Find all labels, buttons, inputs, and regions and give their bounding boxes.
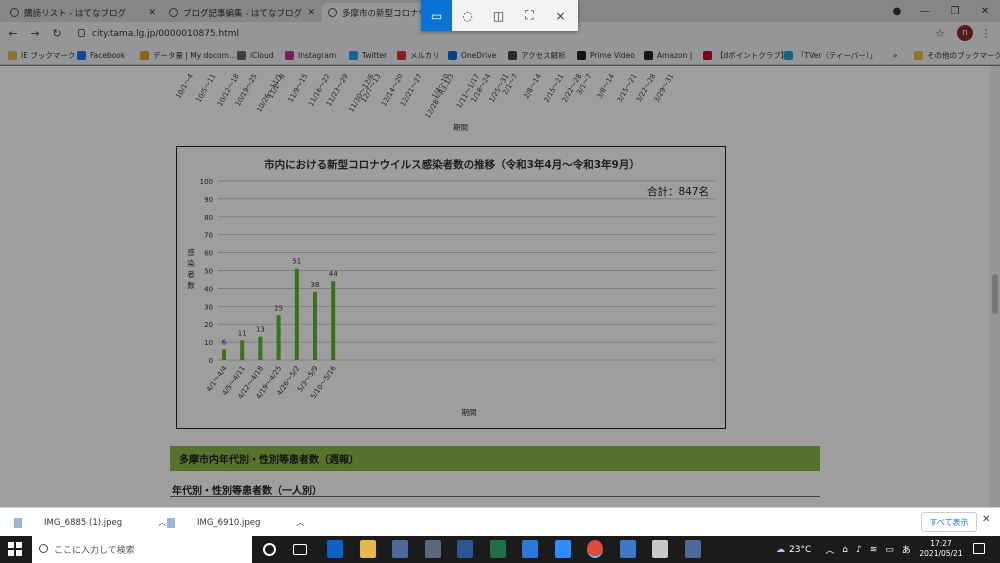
window-snip-icon: ◫ <box>492 8 505 23</box>
fullscreen-snip-button[interactable]: ⛶ <box>514 0 545 31</box>
zoom-icon[interactable] <box>554 540 571 558</box>
image-file-icon <box>167 517 175 528</box>
paint-icon[interactable] <box>652 540 668 558</box>
chevron-up-icon[interactable]: ︿ <box>825 543 834 556</box>
word-icon[interactable] <box>457 540 473 558</box>
rectangle-snip-button[interactable]: ▭ <box>421 0 452 31</box>
photos-icon[interactable] <box>619 540 636 558</box>
search-icon <box>39 544 48 553</box>
windows-taskbar: ここに入力して検索 ☁ 23°C ︿ ⌂ ♪ ≋ ▭ あ 17:27 2021/… <box>0 536 1000 563</box>
volume-icon[interactable]: ♪ <box>856 545 862 555</box>
ime-indicator[interactable]: あ <box>902 543 911 556</box>
network-icon[interactable]: ⌂ <box>842 545 848 555</box>
snip-dim-overlay[interactable] <box>0 0 1000 507</box>
window-snip-button[interactable]: ◫ <box>483 0 514 31</box>
download-item[interactable]: IMG_6885 (1).jpeg ︿ <box>14 508 166 537</box>
chevron-up-icon[interactable]: ︿ <box>158 517 166 528</box>
file-explorer-icon[interactable] <box>359 540 376 558</box>
rectangle-snip-icon: ▭ <box>430 8 443 23</box>
snip-close-button[interactable]: × <box>545 0 576 31</box>
taskbar-search-placeholder: ここに入力して検索 <box>54 546 135 556</box>
show-all-downloads-button[interactable]: すべて表示 <box>921 512 977 532</box>
battery-icon[interactable]: ▭ <box>885 545 894 555</box>
app-icon[interactable] <box>684 540 701 558</box>
mail-icon[interactable] <box>522 540 538 558</box>
chevron-up-icon[interactable]: ︿ <box>296 517 304 528</box>
fullscreen-snip-icon: ⛶ <box>525 8 534 22</box>
wifi-icon[interactable]: ≋ <box>870 545 878 555</box>
download-filename: IMG_6885 (1).jpeg <box>44 517 123 528</box>
close-downloads-icon[interactable]: ✕ <box>982 514 990 525</box>
clock[interactable]: 17:27 2021/05/21 <box>919 539 963 559</box>
image-file-icon <box>14 517 22 528</box>
notification-icon[interactable] <box>973 543 985 554</box>
freeform-snip-button[interactable]: ◌ <box>452 0 483 31</box>
calculator-icon[interactable] <box>424 540 441 558</box>
freeform-snip-icon: ◌ <box>462 8 473 23</box>
clock-date: 2021/05/21 <box>919 549 963 558</box>
start-button[interactable] <box>8 542 22 556</box>
clock-time: 17:27 <box>930 539 952 548</box>
cortana-icon[interactable] <box>263 543 276 556</box>
download-item[interactable]: IMG_6910.jpeg ︿ <box>167 508 304 537</box>
task-view-icon[interactable] <box>293 544 307 555</box>
temperature[interactable]: 23°C <box>789 545 811 555</box>
snip-toolbar: ▭ ◌ ◫ ⛶ × <box>421 0 578 31</box>
excel-icon[interactable] <box>489 540 506 558</box>
taskbar-search-box[interactable]: ここに入力して検索 <box>32 536 252 563</box>
chrome-icon[interactable] <box>587 540 603 558</box>
downloads-bar: IMG_6885 (1).jpeg ︿ IMG_6910.jpeg ︿ すべて表… <box>0 507 1000 536</box>
app-icon[interactable] <box>392 540 408 558</box>
system-tray: ☁ 23°C ︿ ⌂ ♪ ≋ ▭ あ <box>776 536 911 563</box>
download-filename: IMG_6910.jpeg <box>197 517 261 528</box>
close-icon: × <box>555 8 566 23</box>
weather-icon[interactable]: ☁ <box>776 545 785 555</box>
outlook-icon[interactable] <box>327 540 343 558</box>
